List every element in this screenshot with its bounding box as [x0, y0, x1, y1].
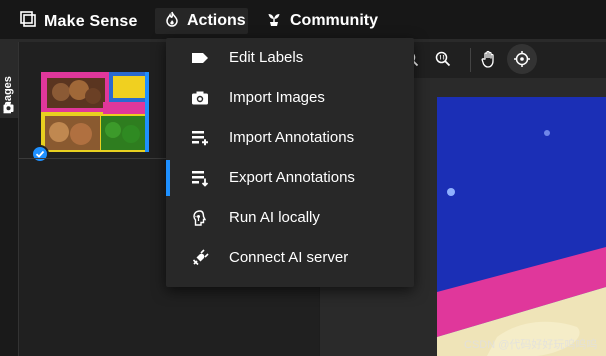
menu-item-edit-labels[interactable]: Edit Labels — [166, 38, 414, 78]
nav-actions-label: Actions — [187, 12, 246, 29]
menu-item-label: Run AI locally — [229, 209, 320, 226]
hand-icon[interactable] — [474, 44, 504, 74]
export-annotations-icon — [190, 168, 210, 188]
nav-community-label: Community — [290, 12, 378, 29]
check-badge-icon — [31, 145, 49, 163]
top-navigation-bar: Make Sense Actions Community — [0, 0, 606, 42]
app-brand[interactable]: Make Sense — [20, 11, 138, 32]
app-title: Make Sense — [44, 12, 138, 30]
menu-item-label: Connect AI server — [229, 249, 349, 266]
menu-item-label: Export Annotations — [229, 169, 355, 186]
ai-local-icon — [190, 208, 210, 228]
nav-community-tab[interactable]: Community — [256, 8, 388, 34]
selected-thumbnail-marker — [145, 72, 149, 152]
menu-item-label: Import Annotations — [229, 129, 355, 146]
menu-item-export-annotations[interactable]: Export Annotations — [166, 158, 414, 198]
menu-item-run-ai-locally[interactable]: Run AI locally — [166, 198, 414, 238]
menu-item-connect-ai-server[interactable]: Connect AI server — [166, 238, 414, 278]
images-side-tab[interactable]: Images — [0, 42, 18, 118]
camera-icon — [3, 100, 14, 112]
make-sense-logo-icon — [20, 11, 36, 32]
plant-icon — [266, 11, 282, 32]
camera-icon — [190, 88, 210, 108]
menu-item-label: Import Images — [229, 89, 325, 106]
zoom-fit-icon[interactable] — [428, 44, 458, 74]
nav-actions-tab[interactable]: Actions — [155, 8, 248, 34]
label-tag-icon — [190, 48, 210, 68]
crosshair-icon[interactable] — [507, 44, 537, 74]
flame-icon — [165, 11, 179, 32]
active-item-indicator — [166, 160, 170, 196]
menu-item-import-annotations[interactable]: Import Annotations — [166, 118, 414, 158]
actions-dropdown-menu: Edit Labels Import Images Import Annotat… — [166, 38, 414, 287]
menu-item-import-images[interactable]: Import Images — [166, 78, 414, 118]
menu-item-label: Edit Labels — [229, 49, 304, 66]
toolbar-separator — [470, 48, 471, 72]
watermark-text: CSDN @代码好好玩呜呜呜 — [464, 339, 598, 351]
ai-server-icon — [190, 248, 210, 268]
image-thumbnail[interactable] — [41, 72, 149, 152]
import-annotations-icon — [190, 128, 210, 148]
annotation-canvas[interactable] — [437, 97, 606, 356]
